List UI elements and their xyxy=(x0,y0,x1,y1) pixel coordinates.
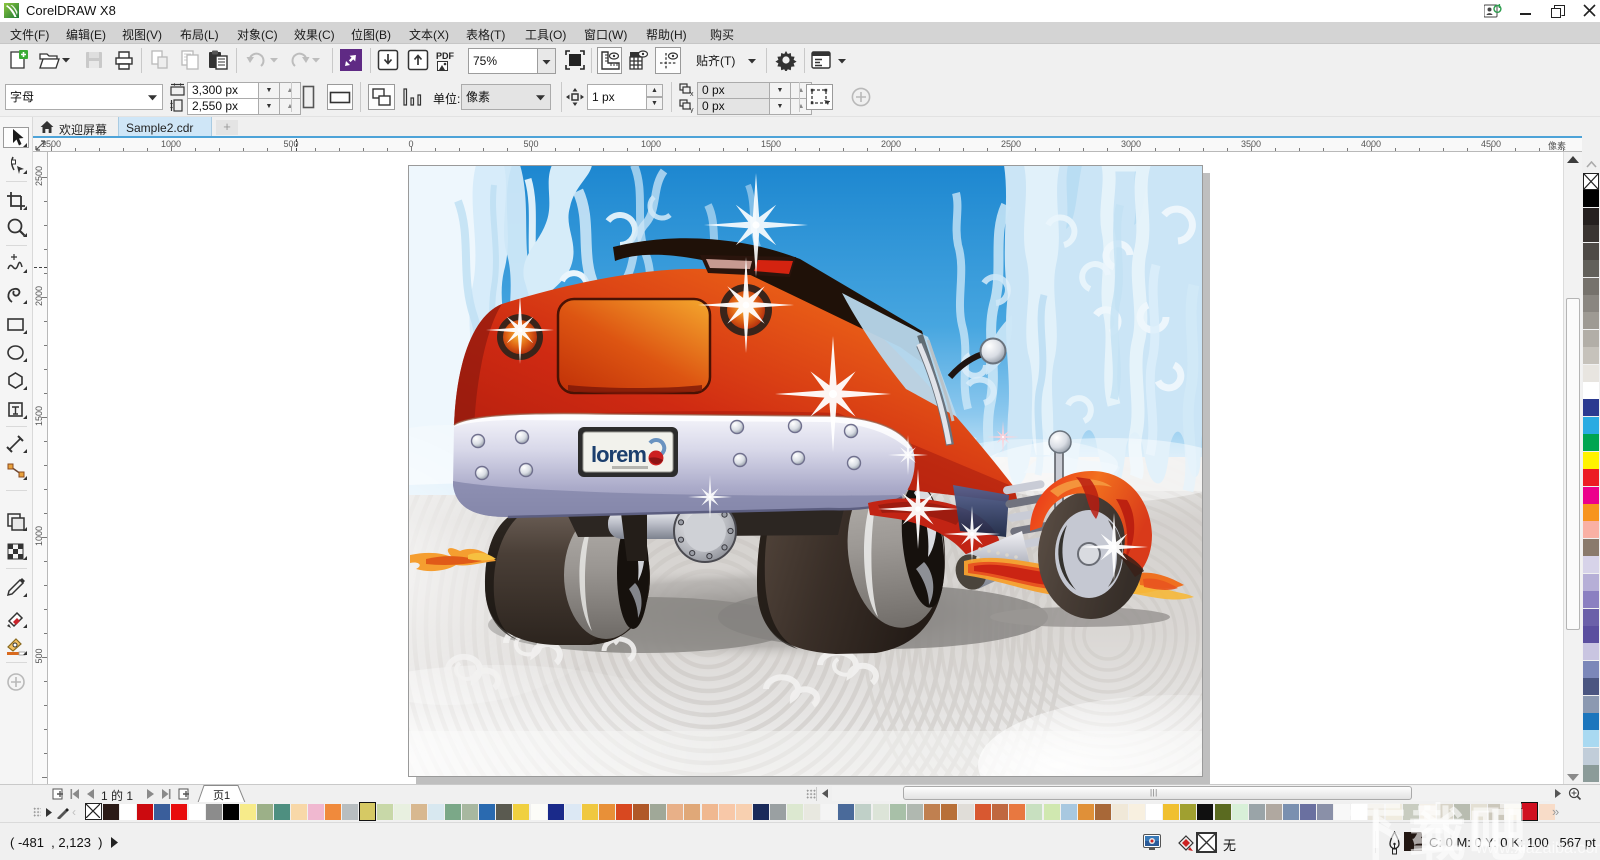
svg-text:y: y xyxy=(690,107,694,113)
svg-text:x: x xyxy=(690,91,694,97)
svg-text:lorem: lorem xyxy=(591,442,646,467)
